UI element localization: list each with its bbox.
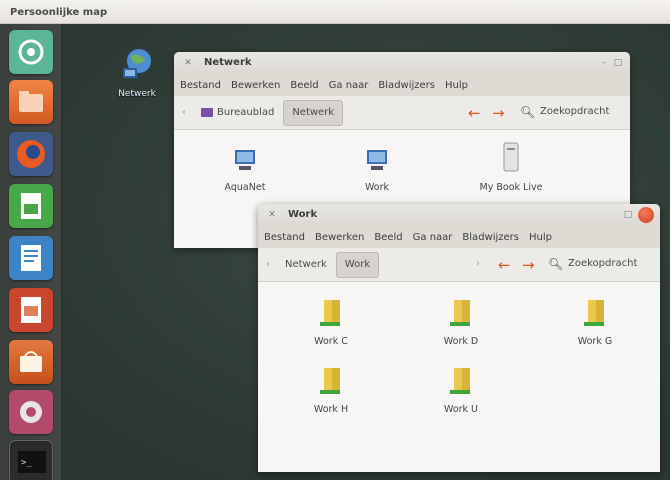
breadcrumb-network[interactable]: Netwerk (283, 99, 344, 126)
file-view: Work C Work D Work G Work H Work U (258, 282, 660, 472)
menu-bookmarks[interactable]: Bladwijzers (462, 232, 519, 243)
menu-file[interactable]: Bestand (180, 80, 221, 91)
desktop-network-icon[interactable]: Netwerk (108, 44, 166, 99)
launcher: >_ (0, 24, 62, 480)
titlebar[interactable]: ✕ Netwerk – □ (174, 52, 630, 74)
file-item[interactable]: Work G (550, 296, 640, 347)
toolbar: ‹ Netwerk Work › ← → 🔍︎ Zoekopdracht (258, 248, 660, 282)
forward-arrow-icon[interactable]: → (492, 104, 505, 122)
window-close-red-icon[interactable] (638, 207, 654, 223)
launcher-writer-icon[interactable] (9, 236, 53, 280)
back-arrow-icon[interactable]: ← (498, 256, 511, 274)
menu-bookmarks[interactable]: Bladwijzers (378, 80, 435, 91)
network-computer-icon (367, 150, 387, 170)
forward-arrow-icon[interactable]: → (522, 256, 535, 274)
breadcrumb-desktop[interactable]: Bureaublad (192, 100, 283, 126)
window-close-icon[interactable]: ✕ (266, 209, 278, 221)
network-folder-icon (320, 300, 340, 326)
back-arrow-icon[interactable]: ← (468, 104, 481, 122)
network-folder-icon (450, 368, 470, 394)
menu-help[interactable]: Hulp (445, 80, 468, 91)
search-icon[interactable]: 🔍︎ (520, 105, 535, 119)
launcher-files-icon[interactable] (9, 80, 53, 124)
file-label: Work D (443, 336, 479, 347)
network-computer-icon (235, 150, 255, 170)
search-label[interactable]: Zoekopdracht (540, 106, 609, 117)
window-close-icon[interactable]: ✕ (182, 57, 194, 69)
window-maximize-icon[interactable]: □ (622, 209, 634, 221)
menubar: Bestand Bewerken Beeld Ga naar Bladwijze… (174, 74, 630, 96)
file-item[interactable]: Work C (286, 296, 376, 347)
file-item[interactable]: Work U (416, 364, 506, 415)
file-item[interactable]: Work H (286, 364, 376, 415)
desktop-network-label: Netwerk (118, 89, 156, 99)
launcher-impress-icon[interactable] (9, 288, 53, 332)
breadcrumb-label: Bureaublad (217, 107, 275, 118)
window-maximize-icon[interactable]: □ (612, 57, 624, 69)
file-label: My Book Live (479, 182, 543, 193)
file-label: Work U (443, 404, 479, 415)
chevron-left-icon[interactable]: ‹ (266, 259, 270, 270)
menu-edit[interactable]: Bewerken (315, 232, 364, 243)
breadcrumb-work[interactable]: Work (335, 251, 380, 278)
file-label: AquaNet (224, 182, 266, 193)
chevron-left-icon[interactable]: ‹ (182, 107, 186, 118)
breadcrumb-network[interactable]: Netwerk (276, 252, 336, 278)
toolbar: ‹ Bureaublad Netwerk ← → 🔍︎ Zoekopdracht (174, 96, 630, 130)
window-minimize-icon[interactable]: – (598, 57, 610, 69)
nas-drive-icon (503, 142, 519, 172)
launcher-software-center-icon[interactable] (9, 340, 53, 384)
network-folder-icon (584, 300, 604, 326)
file-label: Work H (313, 404, 349, 415)
window-title: Netwerk (204, 57, 252, 68)
search-icon[interactable]: 🔍︎ (548, 257, 563, 271)
breadcrumb-label: Netwerk (292, 107, 335, 118)
search-label[interactable]: Zoekopdracht (568, 258, 637, 269)
menubar: Bestand Bewerken Beeld Ga naar Bladwijze… (258, 226, 660, 248)
menu-help[interactable]: Hulp (529, 232, 552, 243)
menu-go[interactable]: Ga naar (329, 80, 369, 91)
desktop-icon (201, 108, 213, 117)
menu-view[interactable]: Beeld (374, 232, 402, 243)
launcher-dash-home-icon[interactable] (9, 30, 53, 74)
network-icon (123, 49, 151, 78)
file-label: Work G (577, 336, 613, 347)
menu-view[interactable]: Beeld (290, 80, 318, 91)
launcher-terminal-icon[interactable]: >_ (9, 440, 53, 480)
menu-file[interactable]: Bestand (264, 232, 305, 243)
top-panel: Persoonlijke map (0, 0, 670, 24)
svg-text:>_: >_ (21, 458, 32, 468)
file-label: Work C (314, 336, 348, 347)
file-item[interactable]: AquaNet (200, 144, 290, 193)
breadcrumb-label: Netwerk (285, 259, 327, 270)
menu-go[interactable]: Ga naar (413, 232, 453, 243)
file-item[interactable]: My Book Live (466, 140, 556, 193)
launcher-firefox-icon[interactable] (9, 132, 53, 176)
panel-title: Persoonlijke map (10, 7, 108, 18)
launcher-settings-icon[interactable] (9, 390, 53, 434)
menu-edit[interactable]: Bewerken (231, 80, 280, 91)
window-title: Work (288, 209, 318, 220)
window-work[interactable]: ✕ Work □ Bestand Bewerken Beeld Ga naar … (258, 204, 660, 472)
network-folder-icon (320, 368, 340, 394)
chevron-right-icon[interactable]: › (476, 258, 480, 269)
launcher-calc-icon[interactable] (9, 184, 53, 228)
titlebar[interactable]: ✕ Work □ (258, 204, 660, 226)
file-item[interactable]: Work (332, 144, 422, 193)
file-item[interactable]: Work D (416, 296, 506, 347)
file-label: Work (364, 182, 390, 193)
network-folder-icon (450, 300, 470, 326)
breadcrumb-label: Work (344, 259, 371, 270)
